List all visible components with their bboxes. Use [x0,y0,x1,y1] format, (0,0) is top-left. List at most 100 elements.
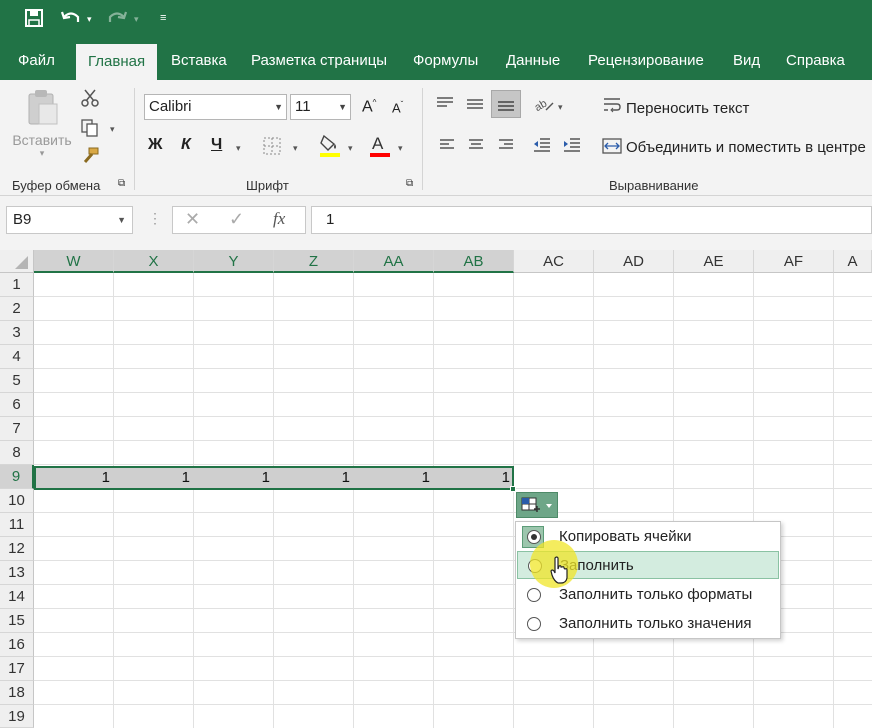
row-header[interactable]: 18 [0,681,34,705]
align-bottom-icon[interactable] [491,90,521,118]
column-header[interactable]: AE [674,250,754,273]
underline-dropdown-icon[interactable]: ▾ [236,143,241,154]
undo-dropdown-icon[interactable]: ▾ [87,14,92,25]
cut-icon[interactable] [80,88,100,112]
fill-values-only-option[interactable]: Заполнить только значения [517,610,779,638]
redo-icon[interactable] [106,8,128,33]
row-header[interactable]: 14 [0,585,34,609]
row-header[interactable]: 8 [0,441,34,465]
row-header[interactable]: 11 [0,513,34,537]
row-header[interactable]: 17 [0,657,34,681]
tab-insert[interactable]: Вставка [171,42,227,80]
column-header[interactable]: AF [754,250,834,273]
tab-formulas[interactable]: Формулы [413,42,478,80]
align-top-icon[interactable] [434,94,456,118]
autofill-options-button[interactable] [516,492,558,518]
decrease-indent-icon[interactable] [532,136,552,158]
row-header[interactable]: 12 [0,537,34,561]
column-header[interactable]: Z [274,250,354,273]
cancel-icon[interactable]: ✕ [185,209,200,230]
select-all-button[interactable] [0,250,34,273]
row-header[interactable]: 13 [0,561,34,585]
row-header[interactable]: 5 [0,369,34,393]
tab-help[interactable]: Справка [786,42,845,80]
column-header[interactable]: X [114,250,194,273]
worksheet-grid[interactable]: W X Y Z AA AB AC AD AE AF A 1 2 3 4 5 6 7 8 9 10 11 12 13 14 15 16… [0,250,872,728]
row-header[interactable]: 19 [0,705,34,728]
insert-function-icon[interactable]: fx [273,209,285,229]
formula-bar-grip-icon[interactable]: ⋮ [148,210,162,227]
paste-button[interactable]: Вставить ▾ [10,88,74,168]
enter-icon[interactable]: ✓ [229,209,244,230]
row-header[interactable]: 6 [0,393,34,417]
column-header[interactable]: AB [434,250,514,273]
text-orientation-icon[interactable]: ab [532,92,556,118]
undo-icon[interactable] [60,8,82,33]
row-header[interactable]: 2 [0,297,34,321]
cell-value[interactable]: 1 [34,468,114,488]
gridline-vertical [673,273,674,728]
gridline-horizontal [34,416,872,417]
align-right-icon[interactable] [497,136,515,158]
cell-value[interactable]: 1 [194,468,274,488]
fill-color-dropdown-icon[interactable]: ▾ [348,143,353,154]
wrap-text-icon[interactable] [602,96,622,118]
row-header[interactable]: 4 [0,345,34,369]
row-header[interactable]: 16 [0,633,34,657]
column-header[interactable]: A [834,250,872,273]
row-header[interactable]: 15 [0,609,34,633]
font-color-icon[interactable]: A [368,132,392,162]
format-painter-icon[interactable] [80,146,100,170]
cell-value[interactable]: 1 [434,468,514,488]
bold-button[interactable]: Ж [148,136,162,154]
font-launcher-icon[interactable]: ⧉ [406,178,413,189]
align-left-icon[interactable] [438,136,456,158]
cell-value[interactable]: 1 [274,468,354,488]
underline-button[interactable]: Ч [211,136,222,154]
borders-dropdown-icon[interactable]: ▾ [293,143,298,154]
row-header[interactable]: 10 [0,489,34,513]
cell-value[interactable]: 1 [354,468,434,488]
align-middle-icon[interactable] [464,94,486,118]
row-header[interactable]: 3 [0,321,34,345]
tab-view[interactable]: Вид [733,42,760,80]
clipboard-launcher-icon[interactable]: ⧉ [118,178,125,189]
copy-icon[interactable] [80,118,100,142]
name-box[interactable]: B9 ▼ [6,206,133,234]
fill-color-icon[interactable] [318,132,342,162]
orientation-dropdown-icon[interactable]: ▾ [558,102,563,113]
column-header[interactable]: AA [354,250,434,273]
font-size-combo[interactable]: 11 ▼ [290,94,351,120]
merge-center-icon[interactable] [601,136,623,160]
merge-center-button[interactable]: Объединить и поместить в центре [626,139,866,156]
row-header[interactable]: 9 [0,465,34,489]
row-header[interactable]: 1 [0,273,34,297]
font-color-dropdown-icon[interactable]: ▾ [398,143,403,154]
column-header[interactable]: Y [194,250,274,273]
tab-data[interactable]: Данные [506,42,560,80]
customize-toolbar-icon[interactable]: ≡ [160,12,166,24]
increase-font-size-icon[interactable]: A^ [362,98,376,116]
column-header[interactable]: AC [514,250,594,273]
italic-button[interactable]: К [181,136,191,154]
decrease-font-size-icon[interactable]: Aˇ [392,100,403,115]
redo-dropdown-icon[interactable]: ▾ [134,14,139,25]
row-header[interactable]: 7 [0,417,34,441]
formula-input[interactable]: 1 [311,206,872,234]
column-header[interactable]: AD [594,250,674,273]
excel-window: ▾ ▾ ≡ Файл Главная Вставка Разметка стра… [0,0,872,728]
tab-file[interactable]: Файл [18,42,55,80]
formula-buttons: ✕ ✓ fx [172,206,306,234]
wrap-text-button[interactable]: Переносить текст [626,100,749,117]
tab-home[interactable]: Главная [76,44,158,80]
column-header[interactable]: W [34,250,114,273]
copy-dropdown-icon[interactable]: ▾ [110,124,115,135]
increase-indent-icon[interactable] [562,136,582,158]
align-center-icon[interactable] [467,136,485,158]
borders-icon[interactable] [262,136,282,160]
cell-value[interactable]: 1 [114,468,194,488]
tab-page-layout[interactable]: Разметка страницы [251,42,387,80]
tab-review[interactable]: Рецензирование [588,42,704,80]
font-name-combo[interactable]: Calibri ▼ [144,94,287,120]
save-icon[interactable] [24,8,44,33]
